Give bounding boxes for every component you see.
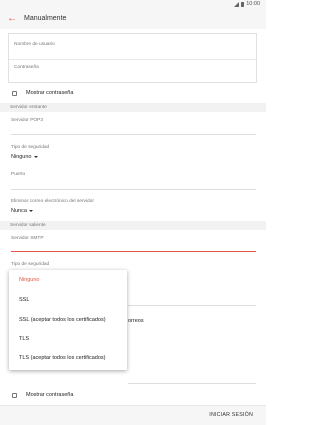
dropdown-option-tls-accept-all[interactable]: TLS (aceptar todos los certificados) bbox=[19, 355, 106, 361]
app-header: ← Manualmente bbox=[0, 9, 266, 29]
incoming-security-label: Tipo de seguridad bbox=[11, 145, 50, 150]
account-fields-card: Nombre de usuario Contraseña bbox=[8, 33, 257, 83]
bottom-bar: INICIAR SESIÓN bbox=[0, 405, 266, 425]
pop3-server-field[interactable]: Servidor POP3 bbox=[11, 118, 43, 123]
outgoing-server-section: Servidor saliente bbox=[0, 221, 266, 230]
incoming-server-section: Servidor entrante bbox=[0, 103, 266, 112]
delete-from-server-dropdown[interactable]: Nunca bbox=[11, 208, 33, 214]
show-password-label: Mostrar contraseña bbox=[26, 392, 74, 398]
status-bar: 10:00 bbox=[0, 0, 266, 9]
show-password-label: Mostrar contraseña bbox=[26, 90, 74, 96]
outgoing-server-heading: Servidor saliente bbox=[10, 223, 46, 228]
incoming-server-heading: Servidor entrante bbox=[10, 105, 47, 110]
dropdown-arrow-icon bbox=[33, 155, 38, 158]
delete-from-server-label: Eliminar correo electrónico del servidor bbox=[11, 199, 94, 204]
security-type-dropdown-menu: Ninguno SSL SSL (aceptar todos los certi… bbox=[9, 270, 127, 370]
hidden-row-text: orreos bbox=[128, 318, 144, 324]
outgoing-security-label: Tipo de seguridad bbox=[11, 262, 50, 267]
password-field[interactable]: Contraseña bbox=[14, 65, 39, 70]
show-password-checkbox[interactable] bbox=[12, 393, 17, 398]
incoming-security-dropdown[interactable]: Ninguno bbox=[11, 154, 38, 160]
back-arrow-icon[interactable]: ← bbox=[7, 12, 17, 26]
smtp-field-underline bbox=[11, 251, 256, 252]
dropdown-option-ninguno[interactable]: Ninguno bbox=[19, 277, 40, 283]
page-title: Manualmente bbox=[24, 15, 67, 22]
smtp-server-field[interactable]: Servidor SMTP bbox=[11, 236, 44, 241]
show-password-checkbox[interactable] bbox=[12, 91, 17, 96]
dropdown-option-ssl-accept-all[interactable]: SSL (aceptar todos los certificados) bbox=[19, 317, 106, 323]
delete-from-server-value: Nunca bbox=[11, 208, 27, 214]
incoming-security-value: Ninguno bbox=[11, 154, 32, 160]
incoming-port-field[interactable]: Puerto bbox=[11, 172, 25, 177]
status-time: 10:00 bbox=[246, 1, 260, 7]
signal-icon bbox=[234, 1, 240, 7]
battery-icon bbox=[241, 1, 245, 7]
username-field[interactable]: Nombre de usuario bbox=[14, 42, 55, 47]
dropdown-option-tls[interactable]: TLS bbox=[19, 336, 29, 342]
dropdown-arrow-icon bbox=[28, 209, 33, 212]
dropdown-option-ssl[interactable]: SSL bbox=[19, 297, 29, 303]
sign-in-button[interactable]: INICIAR SESIÓN bbox=[209, 412, 253, 418]
